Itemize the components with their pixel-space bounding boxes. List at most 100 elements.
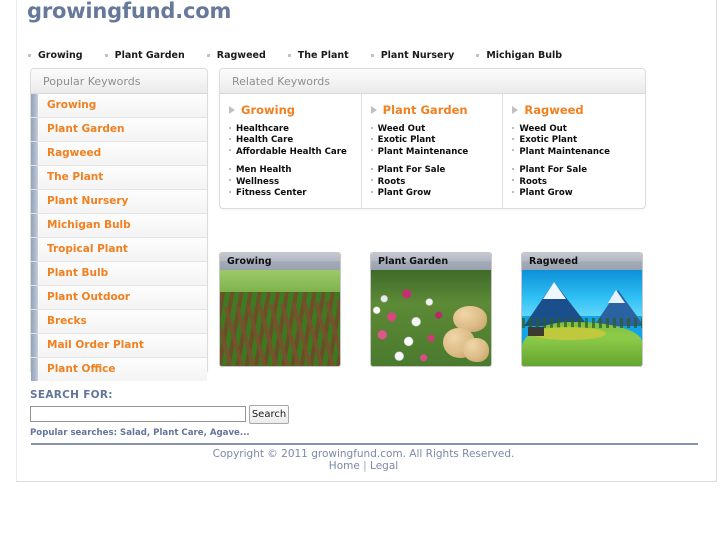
topnav-item-label: Ragweed (216, 50, 266, 61)
sidebar-item-label: Michigan Bulb (47, 219, 131, 231)
sidebar-item-label: Mail Order Plant (47, 339, 144, 351)
sidebar-item-label: Plant Bulb (47, 267, 109, 279)
related-keyword-label: Plant For Sale (519, 165, 588, 176)
topnav-item-label: The Plant (297, 50, 349, 61)
sidebar-item-accent-bar (31, 286, 38, 309)
bullet-square-icon (370, 190, 373, 193)
sidebar-item-accent-bar (31, 262, 38, 285)
sidebar-item-10[interactable]: Mail Order Plant (31, 334, 207, 358)
topnav-item-0[interactable]: Growing (28, 48, 83, 64)
alpine-mountain-meadow-photo (522, 270, 642, 366)
sidebar-item-2[interactable]: Ragweed (31, 142, 207, 166)
bullet-square-icon (28, 53, 31, 57)
sidebar-item-accent-bar (31, 358, 38, 381)
related-keyword-link[interactable]: Plant Maintenance (370, 147, 503, 158)
image-card-growing[interactable]: Growing (219, 252, 341, 367)
related-keyword-link[interactable]: Weed Out (512, 124, 645, 135)
related-keyword-label: Fitness Center (236, 188, 307, 199)
sidebar-item-label: Plant Outdoor (47, 291, 131, 303)
related-keyword-link[interactable]: Plant For Sale (512, 165, 645, 176)
bullet-square-icon (370, 126, 373, 129)
related-keyword-label: Exotic Plant (519, 135, 578, 146)
image-card-ragweed[interactable]: Ragweed (521, 252, 643, 367)
related-link-group: Men Health Wellness Fitness Center (229, 165, 361, 199)
image-card-title: Ragweed (522, 253, 642, 270)
related-column-heading-label: Ragweed (524, 103, 584, 117)
sidebar-item-3[interactable]: The Plant (31, 166, 207, 190)
related-keyword-link[interactable]: Fitness Center (229, 188, 361, 199)
related-keyword-link[interactable]: Men Health (229, 165, 361, 176)
sidebar-item-8[interactable]: Plant Outdoor (31, 286, 207, 310)
related-keyword-link[interactable]: Plant Grow (370, 188, 503, 199)
topnav-item-4[interactable]: Plant Nursery (370, 48, 455, 64)
related-keyword-label: Plant Maintenance (519, 146, 610, 157)
related-column-heading[interactable]: Growing (229, 103, 361, 117)
sidebar-item-9[interactable]: Brecks (31, 310, 207, 334)
related-keyword-link[interactable]: Affordable Health Care (229, 147, 361, 158)
image-card-plant-garden[interactable]: Plant Garden (370, 252, 492, 367)
related-keyword-label: Health Care (236, 135, 294, 146)
sidebar-item-4[interactable]: Plant Nursery (31, 190, 207, 214)
related-keyword-link[interactable]: Roots (512, 177, 645, 188)
footer-copyright: Copyright © 2011 growingfund.com. All Ri… (212, 448, 515, 460)
sidebar-item-accent-bar (31, 190, 38, 213)
footer-link-separator: | (363, 460, 367, 472)
bullet-square-icon (512, 190, 515, 193)
related-keyword-link[interactable]: Plant Maintenance (512, 147, 645, 158)
bullet-square-icon (370, 179, 373, 182)
sidebar-item-label: Growing (47, 99, 97, 111)
sidebar-item-accent-bar (31, 214, 38, 237)
related-keyword-label: Healthcare (236, 124, 289, 134)
sidebar-item-5[interactable]: Michigan Bulb (31, 214, 207, 238)
topnav-item-2[interactable]: Ragweed (206, 48, 266, 64)
search-input[interactable] (30, 406, 246, 422)
related-column-0: Growing Healthcare Health Care Affordable H… (220, 94, 362, 208)
related-column-heading-label: Growing (241, 103, 295, 117)
site-logo[interactable]: growingfund.com (27, 0, 231, 23)
sidebar-item-label: Plant Garden (47, 123, 125, 135)
topnav-item-3[interactable]: The Plant (287, 48, 349, 64)
bullet-square-icon (229, 167, 231, 170)
related-keyword-link[interactable]: Healthcare (229, 124, 361, 135)
image-card-title: Plant Garden (371, 253, 491, 270)
related-keyword-link[interactable]: Exotic Plant (512, 135, 645, 146)
sidebar-item-1[interactable]: Plant Garden (31, 118, 207, 142)
related-column-2: Ragweed Weed Out Exotic Plant Plant Mainten… (503, 94, 645, 208)
related-column-1: Plant Garden Weed Out Exotic Plant Plant Ma… (362, 94, 504, 208)
sidebar-item-11[interactable]: Plant Office (31, 358, 207, 381)
flower-garden-rocks-photo (371, 270, 491, 366)
sidebar-item-label: Plant Nursery (47, 195, 129, 207)
footer-links: Home | Legal (0, 460, 727, 472)
related-column-heading-label: Plant Garden (382, 103, 468, 117)
sidebar-item-label: Brecks (47, 315, 87, 327)
related-keyword-label: Plant For Sale (377, 165, 446, 176)
related-column-heading[interactable]: Ragweed (512, 103, 645, 117)
search-button[interactable]: Search (249, 405, 289, 424)
related-keyword-label: Men Health (236, 165, 292, 176)
topnav-item-label: Plant Garden (114, 50, 185, 61)
sidebar-item-accent-bar (31, 334, 38, 357)
topnav-item-5[interactable]: Michigan Bulb (476, 48, 562, 64)
related-keyword-link[interactable]: Plant Grow (512, 188, 645, 199)
related-keyword-link[interactable]: Roots (370, 177, 503, 188)
sidebar-item-6[interactable]: Tropical Plant (31, 238, 207, 262)
bullet-square-icon (229, 190, 231, 193)
related-keyword-link[interactable]: Exotic Plant (370, 135, 503, 146)
sidebar-item-label: The Plant (47, 171, 104, 183)
related-column-heading[interactable]: Plant Garden (370, 103, 503, 117)
bullet-square-icon (229, 137, 231, 140)
top-navigation: Growing Plant Garden Ragweed The Plant Plant… (28, 43, 688, 61)
footer-link-legal[interactable]: Legal (370, 460, 398, 472)
bullet-square-icon (512, 167, 515, 170)
related-keyword-link[interactable]: Plant For Sale (370, 165, 503, 176)
related-link-group: Plant For Sale Roots Plant Grow (370, 165, 503, 199)
related-keyword-link[interactable]: Weed Out (370, 124, 503, 135)
topnav-item-label: Plant Nursery (380, 50, 455, 61)
sidebar-item-7[interactable]: Plant Bulb (31, 262, 207, 286)
sidebar-item-0[interactable]: Growing (31, 94, 207, 118)
footer-link-home[interactable]: Home (329, 460, 360, 472)
related-keyword-link[interactable]: Wellness (229, 177, 361, 188)
related-keyword-label: Affordable Health Care (236, 146, 347, 157)
topnav-item-1[interactable]: Plant Garden (104, 48, 185, 64)
related-keyword-link[interactable]: Health Care (229, 135, 361, 146)
